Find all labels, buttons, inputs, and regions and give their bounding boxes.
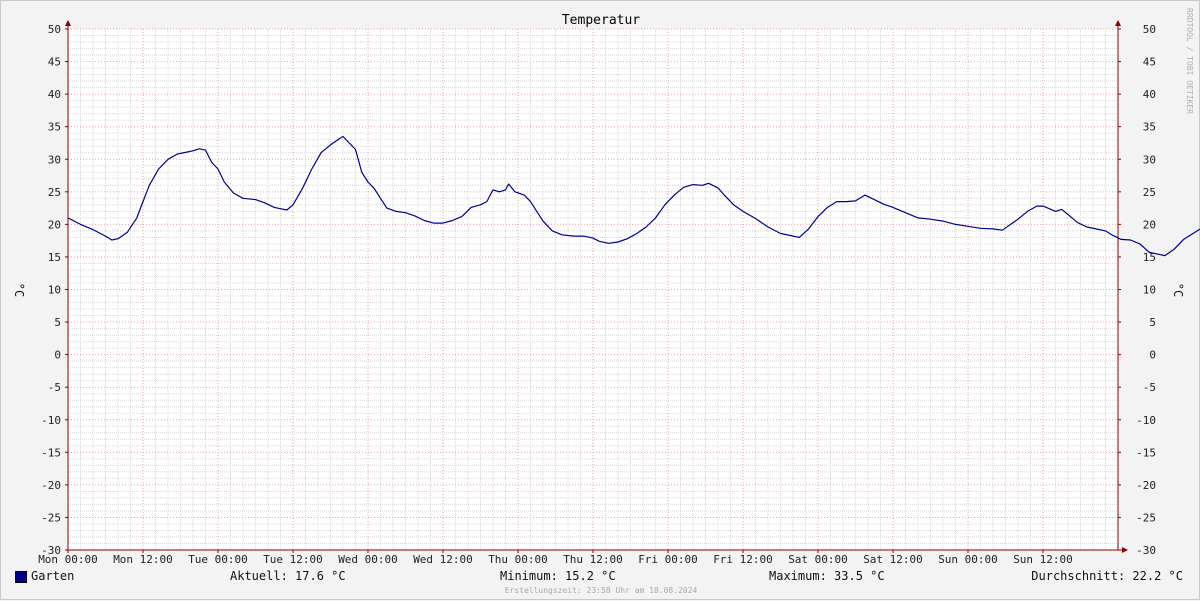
x-tick-label: Sat 00:00 [788, 553, 848, 566]
y-tick-label-right: -25 [1136, 511, 1156, 524]
y-tick-label-right: -10 [1136, 414, 1156, 427]
y-ticks-right: 50454035302520151050-5-10-15-20-25-30 [1136, 23, 1156, 557]
y-tick-label-right: 20 [1143, 218, 1156, 231]
x-tick-label: Thu 12:00 [563, 553, 623, 566]
y-tick-label-left: 20 [48, 218, 61, 231]
chart-frame: 50 45 40 35 30 25 20 15 10 5 0 -5 -10 -15 -20 -25 -30 50… [0, 0, 1200, 600]
y-tick-label-right: 10 [1143, 284, 1156, 297]
maximum-value: Maximum: 33.5 °C [769, 569, 885, 583]
x-tick-label: Wed 00:00 [338, 553, 398, 566]
y-tick-label-left: -15 [41, 446, 61, 459]
x-tick-label: Wed 12:00 [413, 553, 473, 566]
y-tick-label-left: -10 [41, 414, 61, 427]
y-tick-label-left: -25 [41, 511, 61, 524]
x-ticks: Mon 00:00 Mon 12:00 Tue 00:00 Tue 12:00 Wed … [38, 553, 1073, 566]
y-tick-label-right: 30 [1143, 153, 1156, 166]
creation-timestamp: Erstellungszeit: 23:58 Uhr am 18.08.2024 [504, 586, 698, 595]
y-tick-label-right: 35 [1143, 121, 1156, 134]
current-value: Aktuell: 17.6 °C [230, 569, 346, 583]
y-tick-label-right: 5 [1149, 316, 1156, 329]
chart-svg: 50454035302520151050-5-10-15-20-25-30 50… [12, 8, 1200, 566]
y-tick-label-left: 35 [48, 121, 61, 134]
y-tick-label-left: 10 [48, 284, 61, 297]
y-axis-arrow-left [65, 20, 71, 26]
y-tick-label-right: -20 [1136, 479, 1156, 492]
chart-title: Temperatur [562, 13, 640, 28]
y-ticks-left: 50454035302520151050-5-10-15-20-25-30 [41, 23, 61, 557]
x-axis-arrow [1122, 547, 1128, 553]
y-tick-label-left: 40 [48, 88, 61, 101]
y-tick-label-right: -30 [1136, 544, 1156, 557]
x-tick-label: Fri 12:00 [713, 553, 773, 566]
x-tick-label: Fri 00:00 [638, 553, 698, 566]
y-tick-label-left: 15 [48, 251, 61, 264]
average-value: Durchschnitt: 22.2 °C [1031, 569, 1183, 583]
y-tick-label-left: 0 [54, 349, 61, 362]
y-axis-label-left: °C [12, 283, 26, 297]
x-tick-label: Sun 12:00 [1013, 553, 1073, 566]
y-tick-label-right: 40 [1143, 88, 1156, 101]
y-tick-label-left: 25 [48, 186, 61, 199]
y-axis-arrow-right [1115, 20, 1121, 26]
y-tick-label-left: -5 [48, 381, 61, 394]
x-tick-label: Thu 00:00 [488, 553, 548, 566]
y-tick-label-left: 5 [54, 316, 61, 329]
x-tick-label: Sat 12:00 [863, 553, 923, 566]
y-tick-label-left: 50 [48, 23, 61, 36]
y-tick-label-right: -15 [1136, 446, 1156, 459]
y-tick-label-left: 45 [48, 56, 61, 69]
x-tick-label: Tue 00:00 [188, 553, 248, 566]
y-tick-label-right: 0 [1149, 349, 1156, 362]
y-tick-label-left: 30 [48, 153, 61, 166]
x-tick-label: Mon 12:00 [113, 553, 173, 566]
legend-label: Garten [31, 569, 75, 583]
x-tick-label: Mon 00:00 [38, 553, 98, 566]
y-tick-label-right: 45 [1143, 56, 1156, 69]
minimum-value: Minimum: 15.2 °C [500, 569, 616, 583]
y-tick-label-left: -20 [41, 479, 61, 492]
y-tick-label-right: 25 [1143, 186, 1156, 199]
x-tick-label: Sun 00:00 [938, 553, 998, 566]
x-tick-label: Tue 12:00 [263, 553, 323, 566]
y-axis-label-right: °C [1171, 283, 1185, 297]
legend-swatch-garten [15, 571, 27, 583]
y-tick-label-right: -5 [1143, 381, 1156, 394]
y-tick-label-right: 50 [1143, 23, 1156, 36]
vertical-credit: RRDTOOL / TOBI OETIKER [1185, 8, 1194, 114]
